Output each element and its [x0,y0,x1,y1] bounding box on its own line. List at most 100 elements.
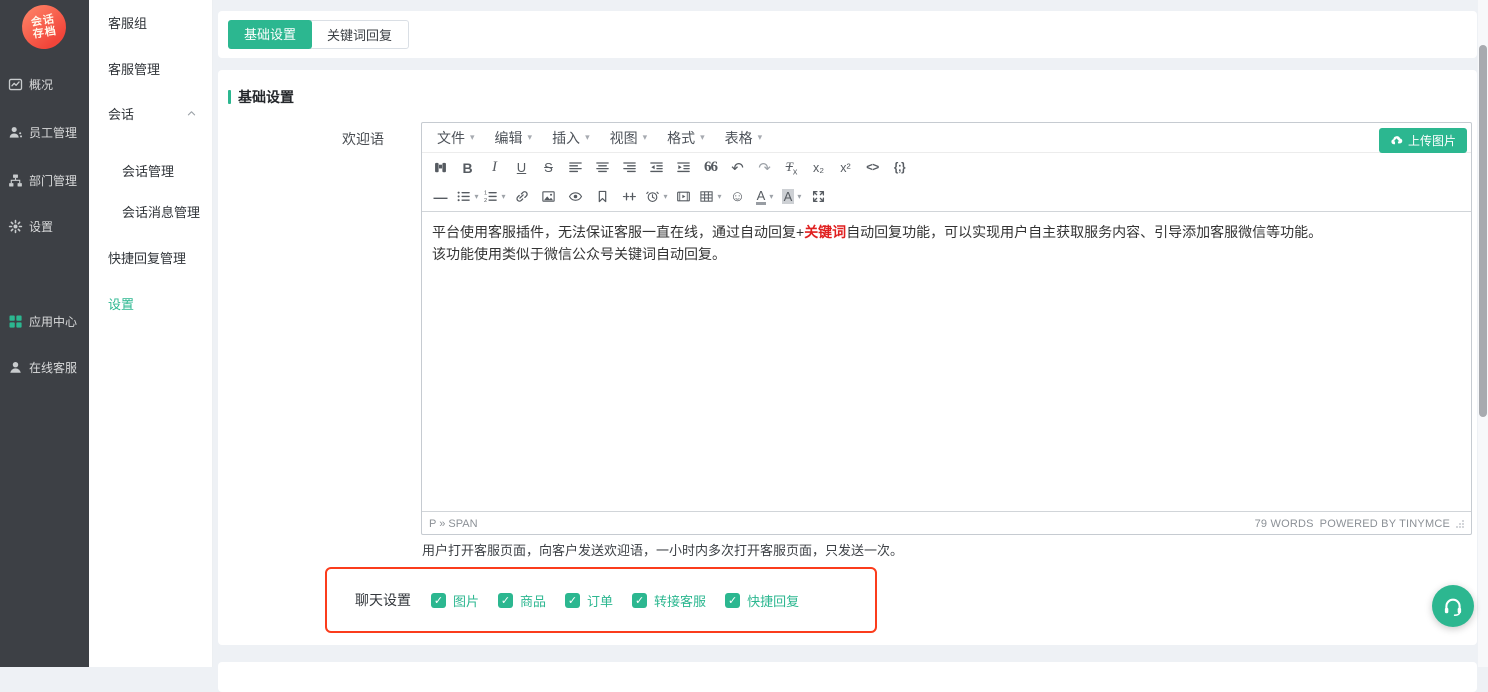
align-left-button[interactable] [563,156,588,180]
sub-item-session-message-management[interactable]: 会话消息管理 [122,202,200,221]
remove-format-button[interactable]: Tx [779,156,804,180]
chevron-down-icon: ▾ [643,132,648,143]
chat-option-quick-reply[interactable]: ✓ 快捷回复 [725,591,799,610]
sidebar-item-label: 概况 [29,76,53,93]
bold-button[interactable]: B [455,156,480,180]
undo-button[interactable]: ↶ [725,156,750,180]
align-center-button[interactable] [590,156,615,180]
sidebar-item-settings[interactable]: 设置 [0,218,89,235]
italic-button[interactable]: I [482,156,507,180]
customer-service-float-button[interactable] [1432,585,1474,627]
sub-item-session-management[interactable]: 会话管理 [122,161,174,180]
chat-option-image[interactable]: ✓ 图片 [431,591,479,610]
sidebar-item-department[interactable]: 部门管理 [0,172,89,189]
chevron-down-icon: ▾ [700,132,705,143]
sub-item-quick-reply-management[interactable]: 快捷回复管理 [108,248,186,267]
sub-item-service-group[interactable]: 客服组 [108,13,147,32]
element-path[interactable]: P » SPAN [429,518,478,530]
italic-icon: I [492,159,497,176]
table-button[interactable]: ▾ [698,185,723,209]
align-center-icon [595,160,610,175]
insert-datetime-button[interactable]: ▾ [644,185,669,209]
emoticons-button[interactable]: ☺ [725,185,750,209]
checkbox-checked-icon[interactable]: ✓ [565,593,580,608]
page-break-button[interactable] [617,185,642,209]
checkbox-checked-icon[interactable]: ✓ [632,593,647,608]
bullet-list-button[interactable]: ▾ [455,185,480,209]
superscript-button[interactable]: x² [833,156,858,180]
link-button[interactable] [509,185,534,209]
chat-option-order[interactable]: ✓ 订单 [565,591,613,610]
resize-grip-icon[interactable] [1456,520,1464,528]
app-center-icon [8,314,23,329]
sidebar-item-staff[interactable]: 员工管理 [0,124,89,141]
menu-table[interactable]: 表格▾ [715,128,773,148]
link-icon [514,189,529,204]
outdent-button[interactable] [644,156,669,180]
scrollbar-thumb[interactable] [1479,45,1487,417]
code-button[interactable]: <> [860,156,885,180]
department-icon [8,173,23,188]
sidebar-item-app-center[interactable]: 应用中心 [0,313,89,330]
search-replace-button[interactable] [428,156,453,180]
sidebar-item-overview[interactable]: 概况 [0,76,89,93]
checkbox-checked-icon[interactable]: ✓ [725,593,740,608]
welcome-message-label: 欢迎语 [218,129,384,149]
sub-item-service-management[interactable]: 客服管理 [108,59,160,78]
numbered-list-button[interactable]: 12▾ [482,185,507,209]
align-right-button[interactable] [617,156,642,180]
code-sample-icon: {;} [894,162,905,174]
page-break-icon [622,189,637,204]
fullscreen-button[interactable] [806,185,831,209]
app-logo[interactable]: 会话 存档 [19,2,69,52]
background-color-button[interactable]: A▾ [779,185,804,209]
tab-bar: 基础设置 关键词回复 [228,20,409,49]
menu-view[interactable]: 视图▾ [600,128,658,148]
sub-item-settings-active[interactable]: 设置 [108,294,134,313]
subscript-button[interactable]: x₂ [806,156,831,180]
upload-image-button[interactable]: 上传图片 [1379,128,1467,153]
chevron-up-icon[interactable] [186,106,197,124]
chat-option-product[interactable]: ✓ 商品 [498,591,546,610]
section-title: 基础设置 [238,87,294,107]
image-button[interactable] [536,185,561,209]
sub-item-session[interactable]: 会话 [108,104,134,123]
horizontal-rule-icon: — [434,189,448,205]
chevron-down-icon: ▾ [474,192,478,201]
underline-button[interactable]: U [509,156,534,180]
horizontal-rule-button[interactable]: — [428,185,453,209]
undo-icon: ↶ [731,159,744,177]
media-button[interactable] [671,185,696,209]
code-sample-button[interactable]: {;} [887,156,912,180]
chat-option-transfer[interactable]: ✓ 转接客服 [632,591,706,610]
menu-file[interactable]: 文件▾ [427,128,485,148]
blockquote-button[interactable]: 66 [698,156,723,180]
preview-button[interactable] [563,185,588,209]
menu-edit[interactable]: 编辑▾ [485,128,543,148]
toolbar-row-1: B I U S 66 ↶ ↷ Tx x₂ x² <> {;} [422,153,1471,182]
strikethrough-button[interactable]: S [536,156,561,180]
tab-keyword-reply[interactable]: 关键词回复 [310,20,409,49]
indent-button[interactable] [671,156,696,180]
editor-content[interactable]: 平台使用客服插件，无法保证客服一直在线，通过自动回复+关键词自动回复功能，可以实… [422,212,1471,511]
checkbox-checked-icon[interactable]: ✓ [431,593,446,608]
remove-format-icon: Tx [786,159,798,177]
checkbox-checked-icon[interactable]: ✓ [498,593,513,608]
menu-format[interactable]: 格式▾ [657,128,715,148]
menu-insert[interactable]: 插入▾ [542,128,600,148]
eye-icon [568,189,583,204]
sidebar-item-label: 在线客服 [29,359,77,376]
align-left-icon [568,160,583,175]
branding[interactable]: POWERED BY TINYMCE [1320,518,1450,530]
sidebar-item-online-service[interactable]: 在线客服 [0,359,89,376]
superscript-icon: x² [840,161,850,175]
tabs-card: 基础设置 关键词回复 [218,11,1477,58]
text-color-button[interactable]: A▾ [752,185,777,209]
welcome-hint-text: 用户打开客服页面，向客户发送欢迎语，一小时内多次打开客服页面，只发送一次。 [422,540,903,559]
word-count[interactable]: 79 WORDS [1255,518,1314,530]
tab-basic-settings[interactable]: 基础设置 [228,20,312,49]
redo-button[interactable]: ↷ [752,156,777,180]
anchor-button[interactable] [590,185,615,209]
sidebar-item-label: 应用中心 [29,313,77,330]
text-color-icon: A [756,189,767,205]
